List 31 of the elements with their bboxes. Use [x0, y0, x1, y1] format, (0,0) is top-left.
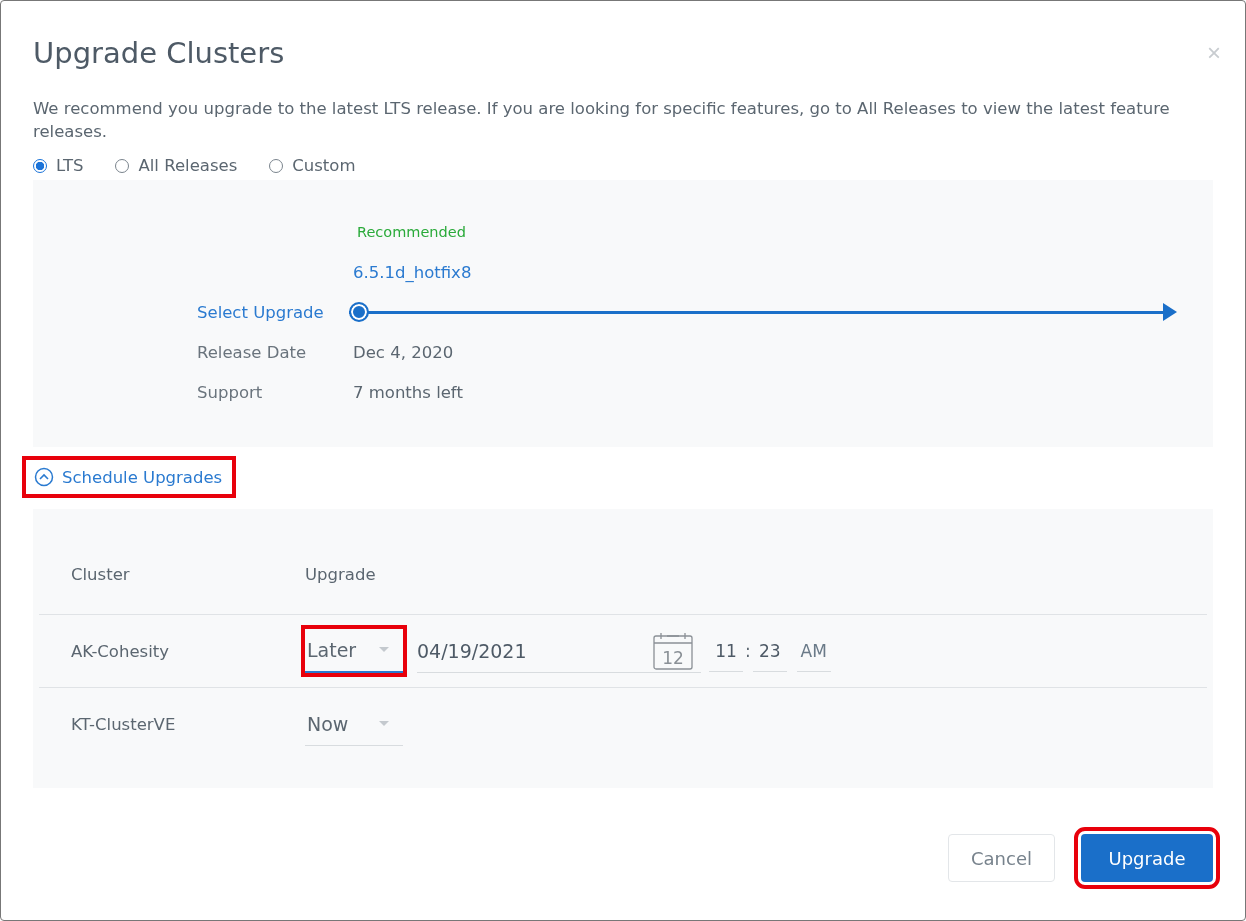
- table-cell-text: KT-ClusterVE: [70, 714, 177, 734]
- slider-thumb[interactable]: [349, 302, 369, 322]
- recommended-label: Recommended: [356, 223, 467, 242]
- detail-label: Support: [196, 381, 264, 404]
- arrowhead-icon: [1163, 303, 1177, 321]
- caret-icon: [379, 647, 389, 653]
- minute-field[interactable]: 23: [752, 630, 787, 672]
- column-header: Cluster: [70, 565, 131, 584]
- description-text: We recommend you upgrade to the latest LTS release. If you are looking for specific features, go to All Releases to view the latest feature releases.: [33, 98, 1171, 143]
- dialog-title: Upgrade Clusters: [33, 36, 285, 70]
- detail-value: Dec 4, 2020: [352, 341, 455, 364]
- upgrade-select[interactable]: Now: [305, 702, 403, 746]
- cancel-button[interactable]: Cancel: [948, 834, 1055, 882]
- detail-label: Release Date: [196, 341, 308, 364]
- period-field[interactable]: AM: [796, 630, 831, 672]
- upgrade-select[interactable]: Later: [305, 629, 403, 673]
- collapse-icon: [34, 467, 54, 487]
- release-type-radio[interactable]: Custom: [269, 153, 356, 178]
- release-type-radio[interactable]: LTS: [33, 153, 84, 178]
- date-field[interactable]: 04/19/2021 12: [417, 629, 701, 673]
- calendar-icon: 12: [653, 631, 693, 670]
- caret-icon: [379, 720, 389, 727]
- column-header: Upgrade: [305, 565, 376, 584]
- table-cell-text: AK-Cohesity: [70, 641, 170, 661]
- time-separator: :: [745, 641, 751, 661]
- select-upgrade-label: Select Upgrade: [196, 301, 325, 324]
- schedule-upgrades-toggle[interactable]: Schedule Upgrades: [22, 456, 237, 498]
- version-label: 6.5.1d_hotfix8: [352, 261, 473, 284]
- release-type-radio[interactable]: All Releases: [115, 153, 238, 178]
- detail-value: 7 months left: [352, 381, 464, 404]
- hour-field[interactable]: 11: [709, 630, 743, 672]
